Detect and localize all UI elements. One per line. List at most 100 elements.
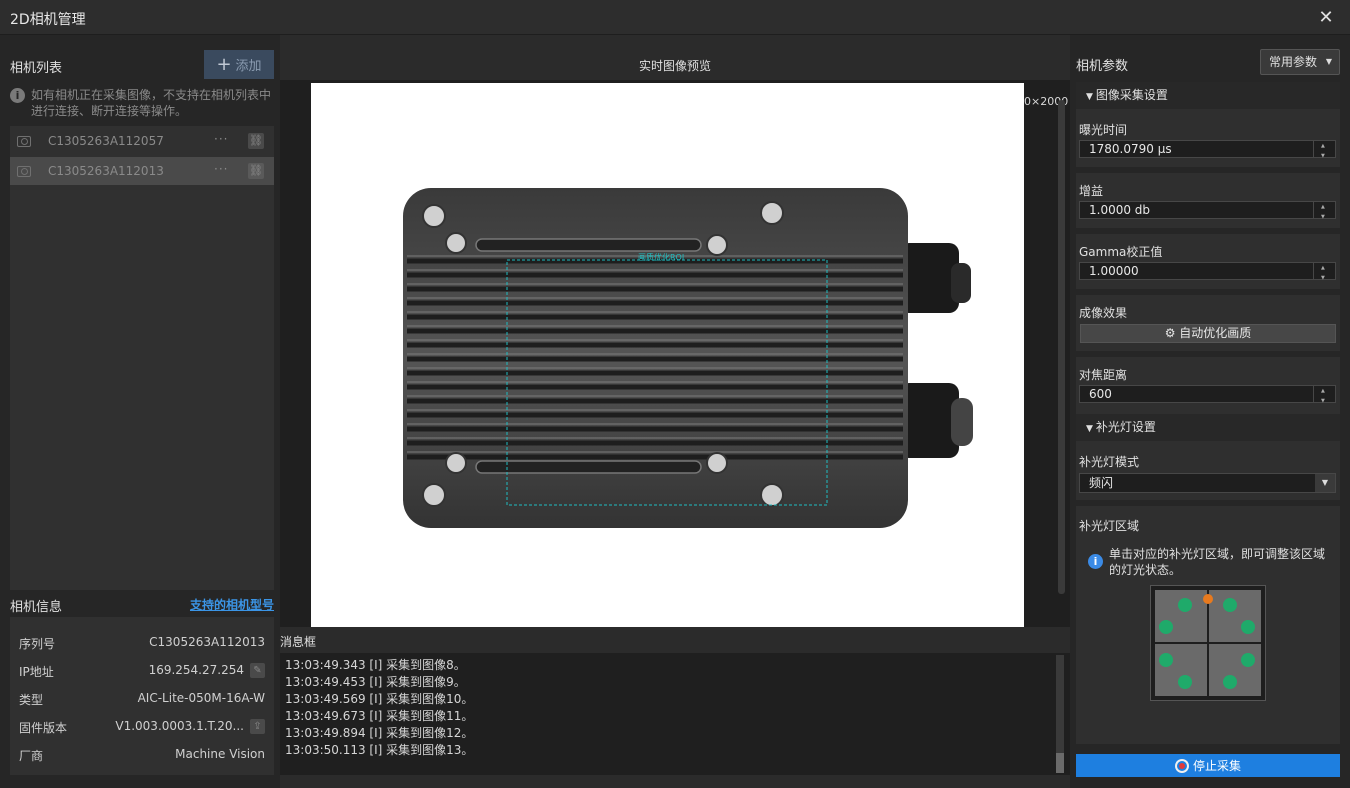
- image-acquisition-group-label: 图像采集设置: [1095, 88, 1168, 102]
- focus-distance-spinner[interactable]: [1313, 383, 1335, 409]
- light-settings-group[interactable]: ▼ 补光灯设置: [1076, 414, 1340, 441]
- light-zone-bottom-right[interactable]: [1209, 644, 1261, 696]
- camera-info-header: 相机信息 支持的相机型号: [0, 591, 280, 617]
- info-row-vendor: 厂商 Machine Vision: [10, 747, 274, 767]
- firmware-upgrade-icon[interactable]: ⇪: [250, 719, 265, 734]
- light-dot: [1159, 620, 1173, 634]
- divider: [1076, 228, 1340, 234]
- message-scroll-thumb[interactable]: [1056, 753, 1064, 773]
- focus-distance-label: 对焦距离: [1079, 368, 1128, 382]
- message-line: 13:03:49.453 [I] 采集到图像9。: [285, 675, 466, 689]
- collapse-triangle-icon: ▼: [1086, 424, 1093, 434]
- imaging-effect-label: 成像效果: [1079, 306, 1128, 320]
- light-dot: [1223, 675, 1237, 689]
- light-mode-select[interactable]: 频闪 ▼: [1079, 473, 1336, 493]
- close-icon[interactable]: ✕: [1316, 8, 1336, 28]
- info-key: 厂商: [19, 749, 44, 763]
- camera-icon: [17, 165, 31, 177]
- title-bar: 2D相机管理 ✕: [0, 0, 1350, 35]
- message-box: 13:03:49.343 [I] 采集到图像8。 13:03:49.453 [I…: [280, 653, 1070, 775]
- add-camera-button[interactable]: + 添加: [204, 50, 274, 79]
- image-acquisition-group[interactable]: ▼ 图像采集设置: [1076, 82, 1340, 109]
- camera-list: C1305263A112057 ··· ⛓ C1305263A112013 ··…: [10, 126, 274, 590]
- connect-link-icon[interactable]: ⛓: [248, 133, 264, 149]
- gain-value: 1.0000 db: [1089, 203, 1151, 217]
- camera-params-title: 相机参数: [1076, 59, 1129, 74]
- message-line: 13:03:50.113 [I] 采集到图像13。: [285, 743, 474, 757]
- camera-serial: C1305263A112057: [48, 134, 164, 148]
- camera-serial: C1305263A112013: [48, 164, 164, 178]
- exposure-spinner[interactable]: [1313, 138, 1335, 164]
- light-dot: [1159, 653, 1173, 667]
- message-line: 13:03:49.343 [I] 采集到图像8。: [285, 658, 466, 672]
- message-line: 13:03:49.569 [I] 采集到图像10。: [285, 692, 474, 706]
- divider: [1076, 167, 1340, 173]
- exposure-value: 1780.0790 μs: [1089, 142, 1172, 156]
- focus-distance-input[interactable]: 600: [1079, 383, 1336, 409]
- gamma-input[interactable]: 1.00000: [1079, 260, 1336, 286]
- light-zone-top-right[interactable]: [1209, 590, 1261, 642]
- message-line: 13:03:49.894 [I] 采集到图像12。: [285, 726, 474, 740]
- edit-icon[interactable]: ✎: [250, 663, 265, 678]
- stop-acquisition-label: 停止采集: [1192, 759, 1241, 773]
- gear-icon: ⚙: [1164, 326, 1176, 340]
- camera-info-box: 序列号 C1305263A112013 IP地址 169.254.27.254 …: [10, 617, 274, 775]
- camera-list-hint-text: 如有相机正在采集图像，不支持在相机列表中进行连接、断开连接等操作。: [31, 88, 272, 118]
- info-value: Machine Vision: [175, 747, 265, 761]
- gain-label: 增益: [1079, 184, 1104, 198]
- param-preset-dropdown[interactable]: 常用参数: [1260, 49, 1340, 75]
- gain-spinner[interactable]: [1313, 199, 1335, 225]
- info-key: 类型: [19, 693, 44, 707]
- auto-optimize-label: 自动优化画质: [1179, 326, 1252, 340]
- info-key: IP地址: [19, 665, 54, 679]
- light-dot: [1241, 653, 1255, 667]
- more-options-icon[interactable]: ···: [214, 132, 228, 146]
- left-panel: 相机列表 + 添加 i 如有相机正在采集图像，不支持在相机列表中进行连接、断开连…: [0, 35, 280, 788]
- info-value: V1.003.0003.1.T.20...: [115, 719, 244, 733]
- preview-title: 实时图像预览: [638, 59, 711, 73]
- gain-input[interactable]: 1.0000 db: [1079, 199, 1336, 225]
- info-value: 169.254.27.254: [148, 663, 244, 677]
- focus-distance-value: 600: [1089, 387, 1112, 401]
- window-title: 2D相机管理: [10, 12, 86, 28]
- light-zone-map: [1150, 585, 1266, 701]
- light-mode-label: 补光灯模式: [1079, 455, 1140, 469]
- camera-list-item[interactable]: C1305263A112057 ··· ⛓: [10, 127, 274, 155]
- camera-info-title: 相机信息: [10, 600, 63, 615]
- light-dot: [1223, 598, 1237, 612]
- roi-label: 画质优化ROI: [638, 252, 684, 262]
- exposure-input[interactable]: 1780.0790 μs: [1079, 138, 1336, 164]
- light-dot: [1241, 620, 1255, 634]
- camera-list-item[interactable]: C1305263A112013 ··· ⛓: [10, 157, 274, 185]
- info-key: 固件版本: [19, 721, 68, 735]
- more-options-icon[interactable]: ···: [214, 162, 228, 176]
- supported-models-link[interactable]: 支持的相机型号: [190, 596, 274, 613]
- info-icon: i: [1088, 554, 1103, 569]
- info-row-type: 类型 AIC-Lite-050M-16A-W: [10, 691, 274, 711]
- camera-list-title: 相机列表: [10, 61, 63, 76]
- auto-optimize-button[interactable]: ⚙ 自动优化画质: [1080, 324, 1336, 343]
- stop-acquisition-button[interactable]: 停止采集: [1076, 754, 1340, 777]
- camera-icon: [17, 135, 31, 147]
- divider: [1076, 500, 1340, 506]
- gamma-spinner[interactable]: [1313, 260, 1335, 286]
- light-dot: [1178, 675, 1192, 689]
- light-zone-hint-text: 单击对应的补光灯区域，即可调整该区域的灯光状态。: [1109, 547, 1326, 577]
- camera-list-hint: i 如有相机正在采集图像，不支持在相机列表中进行连接、断开连接等操作。: [10, 87, 276, 119]
- disconnect-link-icon[interactable]: ⛓: [248, 163, 264, 179]
- live-image[interactable]: 画质优化ROI: [311, 83, 1024, 627]
- light-dot: [1178, 598, 1192, 612]
- plus-icon: +: [216, 53, 232, 75]
- light-zone-label: 补光灯区域: [1079, 519, 1140, 533]
- divider: [1076, 289, 1340, 295]
- info-value: AIC-Lite-050M-16A-W: [137, 691, 265, 705]
- preview-scrollbar[interactable]: [1058, 100, 1065, 594]
- exposure-label: 曝光时间: [1079, 123, 1128, 137]
- info-row-ip: IP地址 169.254.27.254 ✎: [10, 663, 274, 683]
- message-line: 13:03:49.673 [I] 采集到图像11。: [285, 709, 474, 723]
- message-box-title: 消息框: [280, 635, 317, 649]
- chevron-down-icon: ▼: [1315, 474, 1335, 492]
- gamma-value: 1.00000: [1089, 264, 1139, 278]
- light-settings-group-label: 补光灯设置: [1095, 420, 1156, 434]
- collapse-triangle-icon: ▼: [1086, 92, 1093, 102]
